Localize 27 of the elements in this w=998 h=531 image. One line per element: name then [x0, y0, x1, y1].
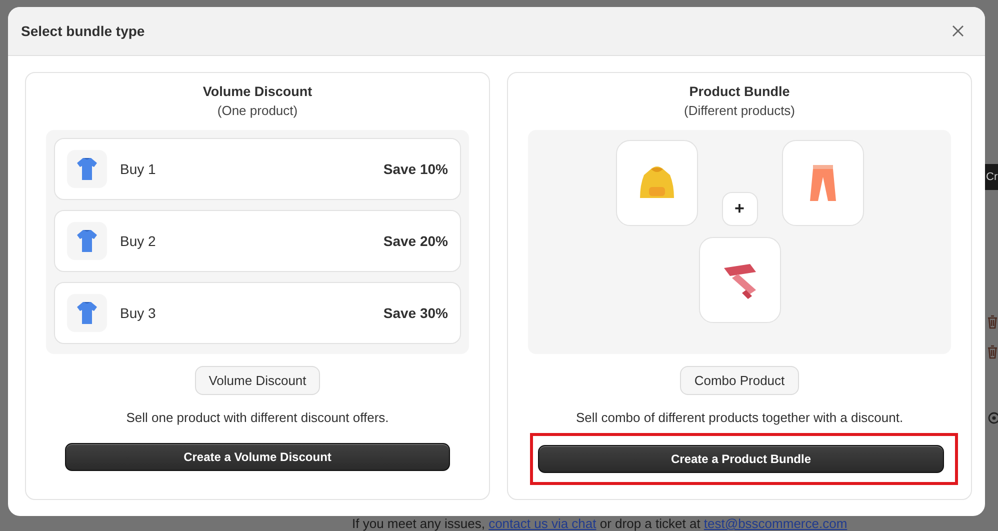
t-shirt-icon [77, 157, 97, 181]
help-text: If you meet any issues, contact us via chat or drop a ticket at test@bsscommerce.com [351, 516, 848, 531]
create-button[interactable]: Create a Product Bundle [538, 445, 944, 473]
tier-label: Buy 3 [120, 305, 157, 321]
trash-icon [987, 345, 998, 359]
trousers-icon [808, 163, 838, 203]
option-subtitle: (Different products) [684, 103, 796, 118]
option-title: Volume Discount [202, 84, 312, 99]
option-subtitle: (One product) [217, 103, 298, 118]
create-button[interactable]: Create a Volume Discount [65, 443, 450, 471]
eye-icon [987, 412, 998, 424]
plus-sign: + [722, 192, 758, 226]
t-shirt-icon [77, 301, 97, 325]
t-shirt-icon [77, 229, 97, 253]
dialog-title: Select bundle type [21, 23, 145, 39]
tier-label: Buy 2 [120, 233, 157, 249]
trash-icon [987, 315, 998, 329]
option-title: Product Bundle [689, 84, 790, 99]
tier-saving: Save 30% [383, 305, 448, 321]
option-description: Sell combo of different products together with a discount. [576, 410, 904, 425]
type-tag[interactable]: Volume Discount [194, 366, 320, 395]
close-icon[interactable] [951, 24, 965, 38]
tier-label: Buy 1 [120, 161, 157, 177]
option-description: Sell one product with different discount offers. [126, 410, 389, 425]
tier-saving: Save 10% [383, 161, 448, 177]
tier-saving: Save 20% [383, 233, 448, 249]
type-tag[interactable]: Combo Product [680, 366, 799, 395]
